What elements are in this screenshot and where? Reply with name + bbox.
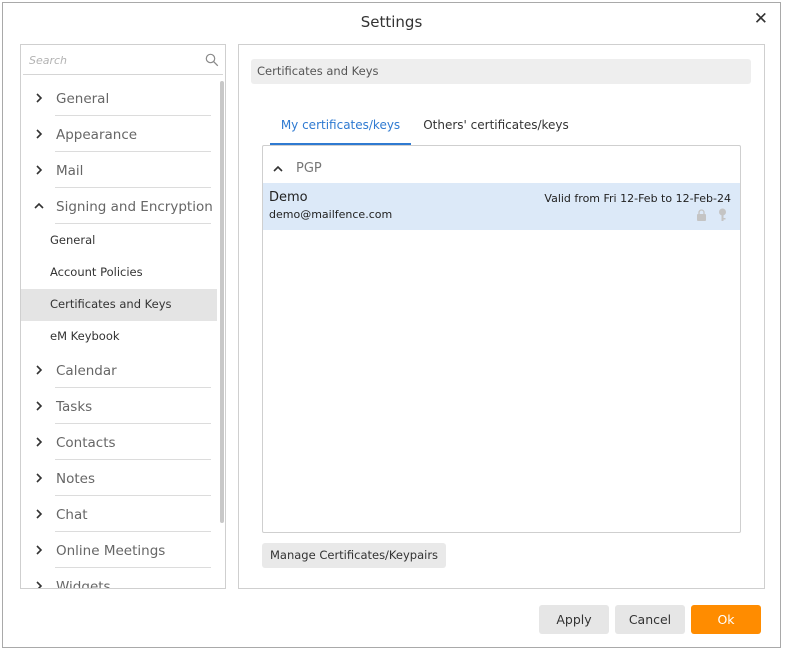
tab-others-certificates[interactable]: Others' certificates/keys — [423, 115, 569, 143]
sidebar-item-online-meetings[interactable]: Online Meetings — [21, 533, 217, 569]
tab-my-certificates[interactable]: My certificates/keys — [270, 115, 411, 146]
sidebar-subitem-label: eM Keybook — [50, 329, 120, 343]
divider — [55, 187, 211, 188]
divider — [55, 151, 211, 152]
divider — [55, 495, 211, 496]
cancel-button[interactable]: Cancel — [615, 605, 685, 634]
sidebar-item-tasks[interactable]: Tasks — [21, 389, 217, 425]
dialog-title: Settings — [360, 13, 423, 31]
sidebar-item-notes[interactable]: Notes — [21, 461, 217, 497]
chevron-right-icon — [36, 165, 43, 175]
section-header: Certificates and Keys — [251, 59, 751, 84]
chevron-right-icon — [36, 93, 43, 103]
sidebar-subitem-label: Certificates and Keys — [50, 297, 172, 311]
group-header-pgp[interactable]: PGP — [263, 158, 740, 182]
sidebar-item-mail[interactable]: Mail — [21, 153, 217, 189]
sidebar-item-label: Tasks — [56, 399, 93, 415]
sidebar-item-label: Online Meetings — [56, 543, 166, 559]
sidebar-subitem-label: Account Policies — [50, 265, 143, 279]
chevron-down-icon — [34, 202, 44, 209]
divider — [55, 223, 211, 224]
search-icon[interactable] — [205, 53, 219, 67]
sidebar-item-label: Mail — [56, 163, 84, 179]
certificate-row[interactable]: Demo demo@mailfence.com Valid from Fri 1… — [263, 183, 740, 230]
sidebar-scrollbar[interactable] — [220, 81, 224, 523]
chevron-up-icon — [273, 165, 283, 172]
sidebar-item-label: Appearance — [56, 127, 138, 143]
tab-label: My certificates/keys — [280, 118, 401, 132]
sidebar-item-signing-encryption[interactable]: Signing and Encryption — [21, 189, 217, 225]
divider — [55, 115, 211, 116]
sidebar-item-label: Calendar — [56, 363, 117, 379]
section-title: Certificates and Keys — [257, 64, 379, 78]
sidebar-item-label: Chat — [56, 507, 88, 523]
settings-nav: General Appearance Mail Signing and Encr… — [21, 81, 217, 589]
sidebar-subitem-label: General — [50, 233, 96, 247]
close-icon[interactable]: ✕ — [754, 9, 768, 29]
chevron-right-icon — [36, 509, 43, 519]
chevron-right-icon — [36, 129, 43, 139]
sidebar-item-label: General — [56, 91, 110, 107]
sidebar-subitem-account-policies[interactable]: Account Policies — [21, 257, 217, 289]
sidebar-subitem-certificates-keys[interactable]: Certificates and Keys — [21, 289, 217, 321]
lock-icon — [697, 209, 706, 221]
search-box — [23, 47, 223, 75]
divider — [55, 387, 211, 388]
certificate-validity: Valid from Fri 12-Feb to 12-Feb-24 — [544, 192, 731, 205]
manage-certificates-button[interactable]: Manage Certificates/Keypairs — [262, 543, 447, 568]
chevron-right-icon — [36, 473, 43, 483]
settings-dialog: Settings ✕ General Appearance Ma — [2, 2, 781, 648]
sidebar-item-label: Signing and Encryption — [56, 199, 213, 215]
sidebar-item-appearance[interactable]: Appearance — [21, 117, 217, 153]
chevron-right-icon — [36, 401, 43, 411]
chevron-right-icon — [36, 437, 43, 447]
chevron-right-icon — [36, 545, 43, 555]
search-input[interactable] — [23, 47, 199, 73]
tab-label: Others' certificates/keys — [423, 118, 569, 132]
certificate-email: demo@mailfence.com — [269, 208, 393, 221]
sidebar-subitem-general[interactable]: General — [21, 225, 217, 257]
divider — [55, 423, 211, 424]
chevron-right-icon — [36, 581, 43, 588]
apply-button[interactable]: Apply — [539, 605, 609, 634]
certificate-name: Demo — [269, 190, 308, 205]
sidebar-subitem-em-keybook[interactable]: eM Keybook — [21, 321, 217, 353]
sidebar-item-calendar[interactable]: Calendar — [21, 353, 217, 389]
chevron-right-icon — [36, 365, 43, 375]
divider — [55, 531, 211, 532]
sidebar-item-label: Notes — [56, 471, 95, 487]
settings-sidebar: General Appearance Mail Signing and Encr… — [20, 44, 226, 589]
certificate-list: PGP Demo demo@mailfence.com Valid from F… — [262, 145, 741, 533]
sidebar-item-contacts[interactable]: Contacts — [21, 425, 217, 461]
sidebar-item-general[interactable]: General — [21, 81, 217, 117]
settings-content-panel: Certificates and Keys My certificates/ke… — [238, 44, 765, 589]
key-icon — [719, 208, 726, 221]
divider — [55, 567, 211, 568]
divider — [55, 459, 211, 460]
sidebar-item-chat[interactable]: Chat — [21, 497, 217, 533]
group-label: PGP — [296, 161, 322, 176]
sidebar-item-label: Contacts — [56, 435, 116, 451]
sidebar-item-widgets[interactable]: Widgets — [21, 569, 217, 589]
sidebar-item-label: Widgets — [56, 579, 111, 589]
ok-button[interactable]: Ok — [691, 605, 761, 634]
